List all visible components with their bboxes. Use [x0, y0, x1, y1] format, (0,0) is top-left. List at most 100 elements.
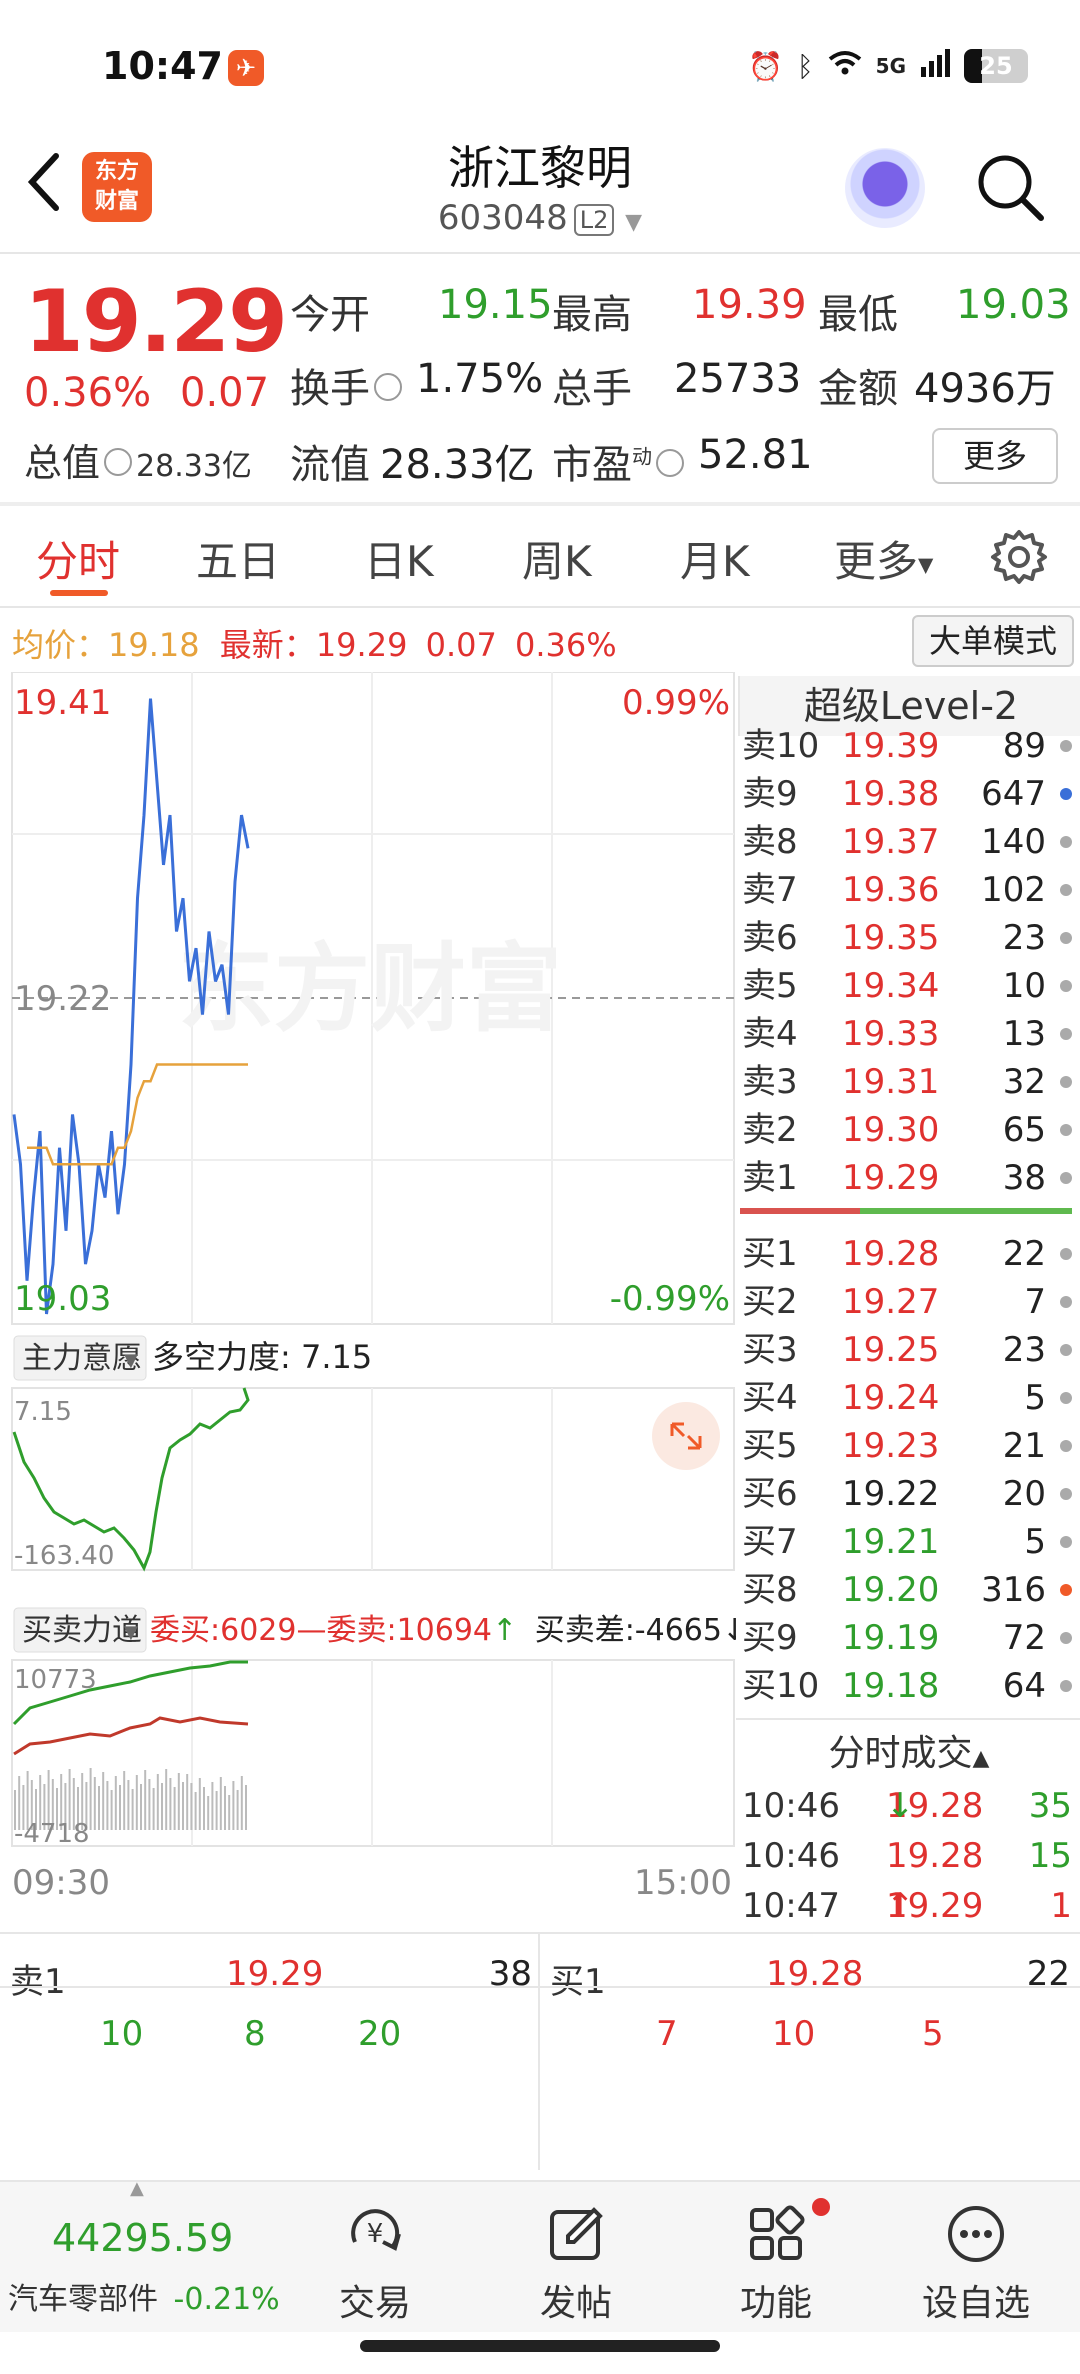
high-label: 最高 — [552, 292, 632, 338]
settings-gear-icon[interactable] — [990, 528, 1048, 586]
x-end-label: 15:00 — [634, 1863, 732, 1903]
tab-weekly-k[interactable]: 周K — [522, 528, 592, 589]
indicator2-bar — [232, 1781, 235, 1830]
indicator2-sell: 委卖:10694 — [326, 1613, 492, 1648]
ask-row[interactable]: 卖7 19.36 102 — [740, 866, 1080, 914]
ask-quantity: 10 — [1002, 966, 1046, 1006]
indicator2-bar — [127, 1780, 130, 1830]
ask-indicator-dot — [1060, 932, 1072, 944]
ask-price: 19.39 — [842, 726, 940, 766]
info-icon[interactable] — [374, 373, 402, 401]
ask-indicator-dot — [1060, 1028, 1072, 1040]
ask-row[interactable]: 卖5 19.34 10 — [740, 962, 1080, 1010]
bid-indicator-dot — [1060, 1632, 1072, 1644]
bid-row[interactable]: 买6 19.22 20 — [740, 1470, 1080, 1518]
indicator2-bar — [186, 1774, 189, 1830]
bid-row[interactable]: 买1 19.28 22 — [740, 1230, 1080, 1278]
order-book-divider-green — [860, 1208, 1072, 1214]
trade-time: 10:46 — [742, 1836, 840, 1876]
tab-more[interactable]: 更多▼ — [834, 528, 933, 589]
pct-min-label: -0.99% — [610, 1279, 730, 1319]
ask-quantity: 13 — [1002, 1014, 1046, 1054]
bottom-nav: ▲ 44295.59 汽车零部件 -0.21% ¥ 交易 发帖 功能 设自选 — [0, 2178, 1080, 2332]
indicator2-sell-arrow: ↑ — [492, 1613, 517, 1648]
trades-header[interactable]: 分时成交▲ — [738, 1728, 1080, 1780]
ask-level: 卖4 — [742, 1014, 798, 1054]
ask-row[interactable]: 卖1 19.29 38 — [740, 1154, 1080, 1202]
network-label: 5G — [875, 54, 906, 78]
trade-icon: ¥ — [351, 2209, 401, 2251]
ask-row[interactable]: 卖10 19.39 89 — [740, 722, 1080, 770]
assistant-robot-icon[interactable] — [845, 148, 925, 228]
info-icon[interactable] — [656, 449, 684, 477]
best-quote-panel: 卖1 19.29 38 10 8 20 买1 19.28 22 7 10 5 — [0, 1934, 1080, 2170]
caret-up-icon: ▲ — [130, 2178, 144, 2199]
bid-price: 19.21 — [842, 1522, 940, 1562]
tab-daily-k[interactable]: 日K — [364, 528, 434, 589]
latest-pct: 0.36% — [515, 626, 617, 664]
open-label: 今开 — [290, 292, 370, 338]
bid-row[interactable]: 买3 19.25 23 — [740, 1326, 1080, 1374]
ask-quantity: 23 — [1002, 918, 1046, 958]
index-name-row[interactable]: 汽车零部件 -0.21% — [8, 2274, 280, 2318]
y-mid-label: 19.22 — [14, 979, 111, 1019]
high-value: 19.39 — [692, 282, 807, 328]
tab-intraday[interactable]: 分时 — [36, 528, 120, 589]
ask-indicator-dot — [1060, 1076, 1072, 1088]
indicator2-sep: — — [296, 1613, 326, 1648]
bid-row[interactable]: 买2 19.27 7 — [740, 1278, 1080, 1326]
tab-monthly-k[interactable]: 月K — [680, 528, 750, 589]
bid-row[interactable]: 买10 19.18 64 — [740, 1662, 1080, 1710]
ask-price: 19.38 — [842, 774, 940, 814]
level-tag: L2 — [573, 203, 615, 236]
ask-row[interactable]: 卖8 19.37 140 — [740, 818, 1080, 866]
bid-indicator-dot — [1060, 1680, 1072, 1692]
bid-indicator-dot — [1060, 1440, 1072, 1452]
pe-label: 市盈动 — [552, 432, 688, 490]
indicator2-bar — [240, 1776, 243, 1830]
tab-five-day[interactable]: 五日 — [196, 528, 280, 589]
nav-add-watchlist-label: 设自选 — [921, 2283, 1030, 2324]
bid-row[interactable]: 买8 19.20 316 — [740, 1566, 1080, 1614]
indicator2-bar — [173, 1787, 176, 1830]
ask-indicator-dot — [1060, 788, 1072, 800]
dropdown-caret-icon: ▼ — [124, 1350, 138, 1371]
change-amount: 0.07 — [180, 370, 270, 416]
index-value[interactable]: 44295.59 — [52, 2216, 233, 2260]
indicator2-diff-arrow: ↓ — [722, 1613, 736, 1648]
ask-level: 卖3 — [742, 1062, 798, 1102]
bid-row[interactable]: 买4 19.24 5 — [740, 1374, 1080, 1422]
indicator1-min: -163.40 — [14, 1541, 114, 1571]
indicator2-bar — [89, 1768, 92, 1830]
bluetooth-icon: ᛒ — [796, 49, 814, 83]
ask-row[interactable]: 卖6 19.35 23 — [740, 914, 1080, 962]
indicator2-bar — [245, 1785, 247, 1830]
bid-row[interactable]: 买5 19.23 21 — [740, 1422, 1080, 1470]
bid-row[interactable]: 买9 19.19 72 — [740, 1614, 1080, 1662]
info-icon[interactable] — [104, 447, 133, 476]
ask-row[interactable]: 卖9 19.38 647 — [740, 770, 1080, 818]
ask-row[interactable]: 卖3 19.31 32 — [740, 1058, 1080, 1106]
bid-row[interactable]: 买7 19.21 5 — [740, 1518, 1080, 1566]
more-button[interactable]: 更多 — [932, 428, 1058, 484]
level2-divider — [736, 1718, 1080, 1720]
nav-trade[interactable]: ¥ 交易 — [305, 2202, 445, 2326]
search-button[interactable] — [975, 152, 1047, 224]
trades-title: 分时成交 — [828, 1733, 973, 1774]
indicator2-bar — [224, 1786, 226, 1830]
big-order-mode-button[interactable]: 大单模式 — [912, 615, 1074, 667]
bid-price: 19.27 — [842, 1282, 940, 1322]
indicator2-bar — [131, 1789, 134, 1830]
nav-post[interactable]: 发帖 — [506, 2202, 646, 2326]
intraday-chart[interactable]: 东方财富 19.41 19.22 19.03 0.99% -0.99% 主力意愿… — [0, 672, 736, 1932]
indicator2-bar — [106, 1781, 109, 1830]
nav-functions[interactable]: 功能 — [706, 2198, 846, 2326]
ask-price: 19.36 — [842, 870, 940, 910]
bid-quantity: 5 — [1024, 1522, 1046, 1562]
change-percent: 0.36% — [24, 370, 152, 416]
ask-row[interactable]: 卖2 19.30 65 — [740, 1106, 1080, 1154]
indicator1-value: 多空力度: 7.15 — [152, 1338, 372, 1376]
turnover-value: 1.75% — [416, 356, 544, 402]
nav-add-watchlist[interactable]: 设自选 — [906, 2202, 1046, 2326]
ask-row[interactable]: 卖4 19.33 13 — [740, 1010, 1080, 1058]
